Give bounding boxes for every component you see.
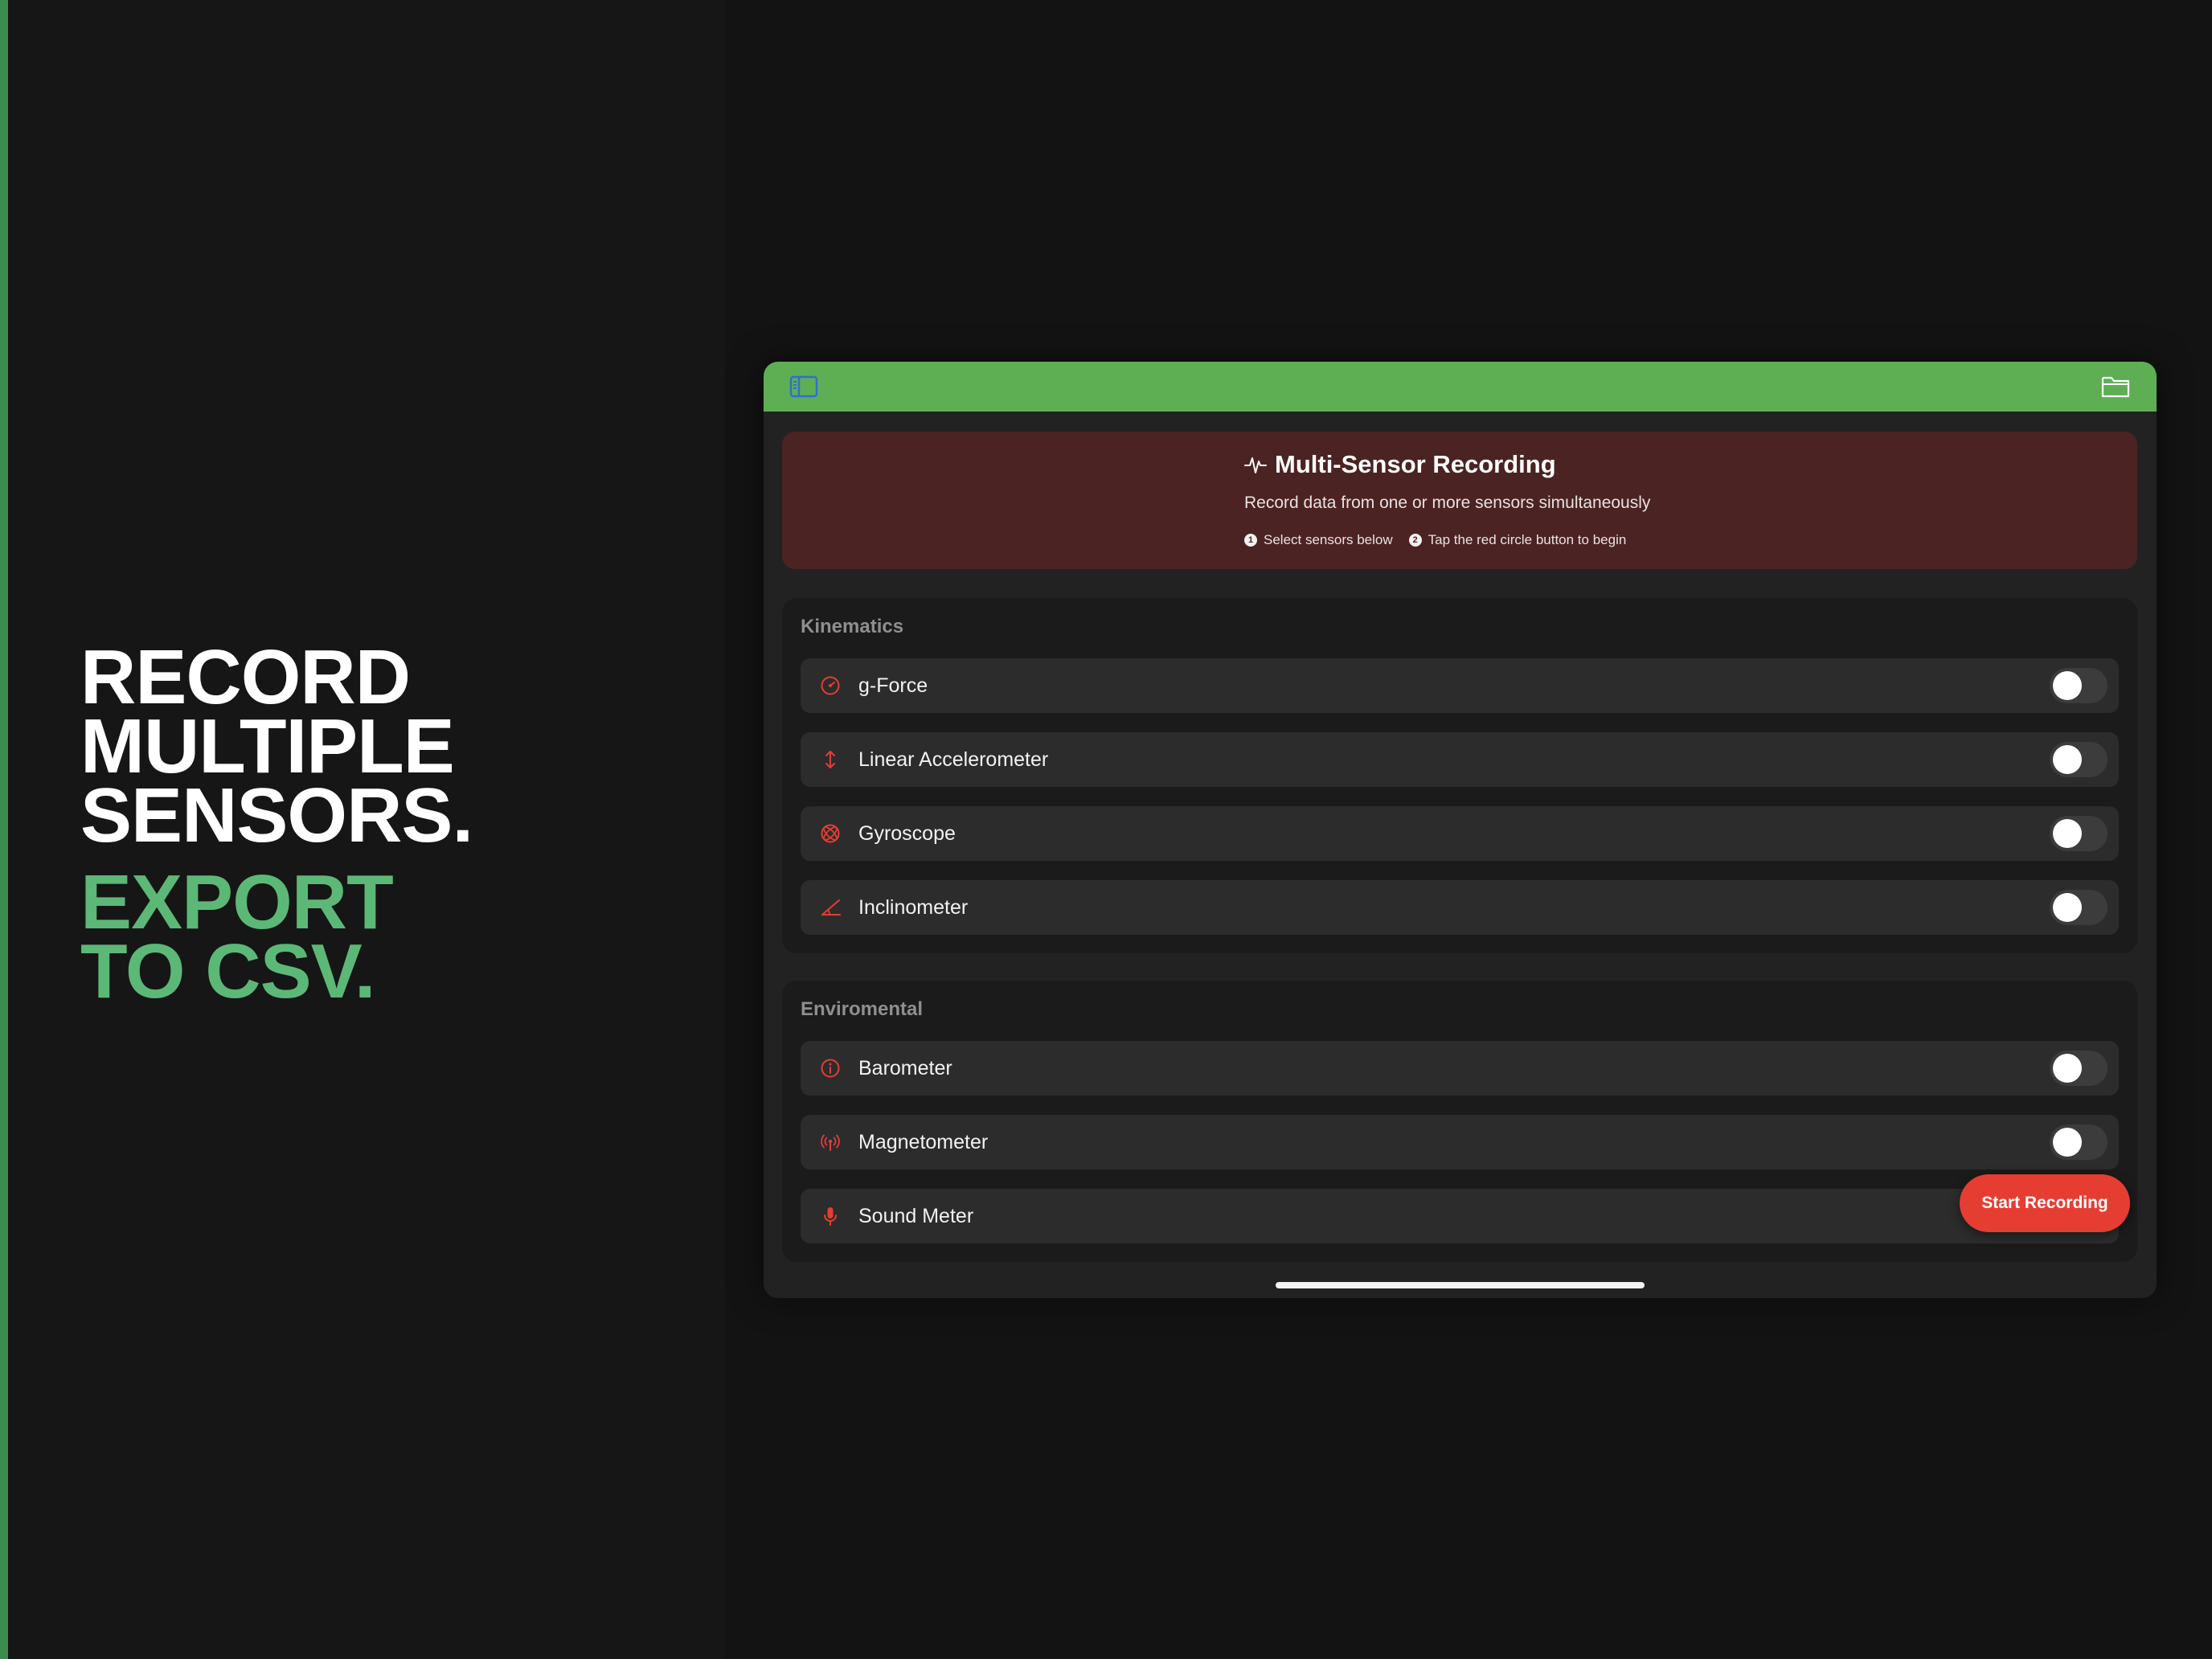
accent-strip bbox=[0, 0, 8, 1659]
sensor-row-g-force[interactable]: g-Force bbox=[801, 658, 2119, 713]
sensor-row-linear-accelerometer[interactable]: Linear Accelerometer bbox=[801, 732, 2119, 787]
sensor-label: g-Force bbox=[858, 674, 928, 697]
sensor-row-magnetometer[interactable]: Magnetometer bbox=[801, 1115, 2119, 1169]
sensor-label: Gyroscope bbox=[858, 822, 956, 845]
gyroscope-icon bbox=[821, 824, 840, 843]
antenna-icon bbox=[821, 1134, 840, 1151]
start-recording-button[interactable]: Start Recording bbox=[1960, 1174, 2130, 1232]
waveform-icon bbox=[1244, 457, 1267, 473]
sensor-label: Sound Meter bbox=[858, 1205, 974, 1227]
microphone-icon bbox=[824, 1207, 837, 1226]
section-kinematics: Kinematics g-Force Linear Accelerometer bbox=[782, 598, 2137, 953]
section-enviromental: Enviromental Barometer Magnetometer Soun… bbox=[782, 981, 2137, 1262]
home-indicator bbox=[1276, 1282, 1645, 1288]
sidebar-icon[interactable] bbox=[789, 372, 818, 401]
headline-line-4: EXPORT bbox=[80, 859, 394, 945]
app-window: Multi-Sensor Recording Record data from … bbox=[764, 362, 2157, 1298]
headline-line-2: MULTIPLE bbox=[80, 703, 455, 789]
sensor-label: Barometer bbox=[858, 1057, 952, 1079]
arrow-up-down-icon bbox=[825, 751, 835, 768]
barometer-toggle[interactable] bbox=[2050, 1051, 2108, 1086]
angle-icon bbox=[821, 899, 841, 916]
step-1-text: Select sensors below bbox=[1264, 532, 1393, 547]
section-title: Kinematics bbox=[801, 616, 904, 637]
banner-subtitle: Record data from one or more sensors sim… bbox=[1244, 494, 1651, 512]
sensor-label: Inclinometer bbox=[858, 896, 969, 919]
gyroscope-toggle[interactable] bbox=[2050, 816, 2108, 851]
sensor-row-inclinometer[interactable]: Inclinometer bbox=[801, 880, 2119, 935]
step-2-text: Tap the red circle button to begin bbox=[1428, 532, 1627, 547]
magnetometer-toggle[interactable] bbox=[2050, 1124, 2108, 1160]
sensor-row-sound-meter[interactable]: Sound Meter bbox=[801, 1189, 2119, 1243]
inclinometer-toggle[interactable] bbox=[2050, 890, 2108, 925]
step-2-number: 2 bbox=[1408, 534, 1422, 547]
headline-line-1: RECORD bbox=[80, 634, 411, 720]
headline-line-3: SENSORS. bbox=[80, 772, 473, 858]
banner-title: Multi-Sensor Recording bbox=[1275, 450, 1556, 478]
banner-title-row: Multi-Sensor Recording bbox=[1244, 450, 1556, 479]
sensor-label: Linear Accelerometer bbox=[858, 748, 1049, 771]
sensor-label: Magnetometer bbox=[858, 1131, 989, 1153]
marketing-panel: RECORD MULTIPLE SENSORS. EXPORT TO CSV. bbox=[8, 0, 725, 1659]
banner-steps: 1 Select sensors below 2 Tap the red cir… bbox=[1244, 532, 1626, 548]
section-title: Enviromental bbox=[801, 998, 924, 1020]
step-1-number: 1 bbox=[1244, 534, 1257, 547]
linear-accelerometer-toggle[interactable] bbox=[2050, 742, 2108, 777]
sensor-row-barometer[interactable]: Barometer bbox=[801, 1041, 2119, 1096]
sensor-row-gyroscope[interactable]: Gyroscope bbox=[801, 806, 2119, 861]
barometer-icon bbox=[821, 1059, 840, 1078]
headline-line-5: TO CSV. bbox=[80, 928, 376, 1014]
g-force-toggle[interactable] bbox=[2050, 668, 2108, 703]
navigation-bar bbox=[764, 362, 2157, 412]
marketing-headline: RECORD MULTIPLE SENSORS. EXPORT TO CSV. bbox=[80, 634, 473, 1014]
gauge-icon bbox=[821, 676, 840, 695]
info-banner: Multi-Sensor Recording Record data from … bbox=[782, 432, 2137, 569]
folder-icon[interactable] bbox=[2100, 372, 2131, 401]
